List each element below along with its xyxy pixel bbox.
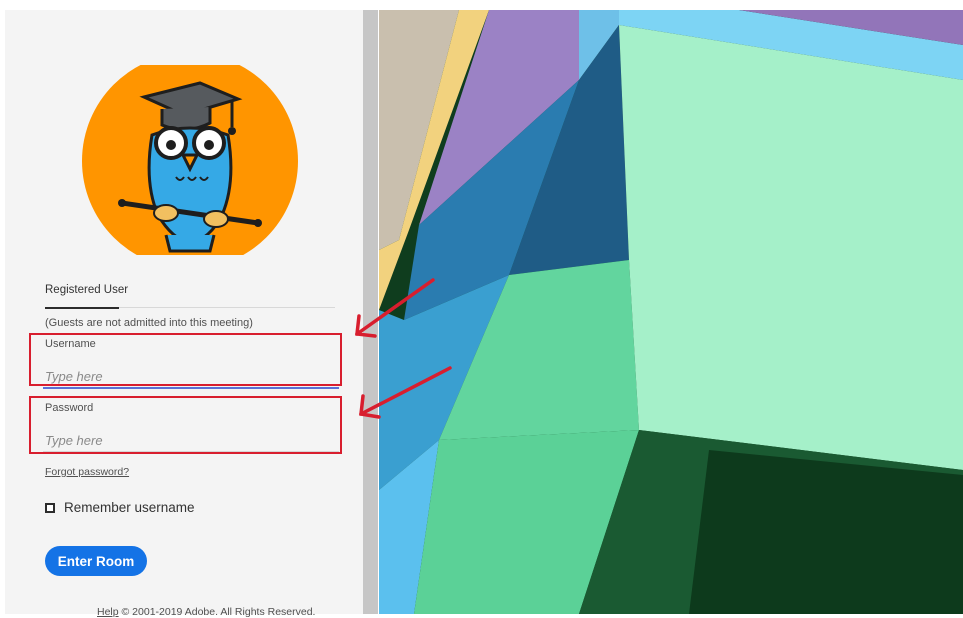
arrow-icon <box>359 366 452 419</box>
checkbox-icon[interactable] <box>45 502 55 513</box>
help-link[interactable]: Help <box>97 606 119 618</box>
background-artwork <box>379 10 963 614</box>
password-highlight-box <box>29 396 342 454</box>
owl-graduate-logo-icon <box>82 65 298 255</box>
tab-active-indicator <box>45 307 119 309</box>
footer: Help © 2001-2019 Adobe. All Rights Reser… <box>97 606 315 618</box>
remember-username-label: Remember username <box>64 500 195 515</box>
arrow-icon <box>355 278 435 338</box>
tab-divider <box>119 307 335 308</box>
copyright-text: © 2001-2019 Adobe. All Rights Reserved. <box>118 606 316 618</box>
guest-notice: (Guests are not admitted into this meeti… <box>45 317 253 329</box>
username-highlight-box <box>29 333 342 386</box>
enter-room-button[interactable]: Enter Room <box>45 546 147 576</box>
remember-username-checkbox[interactable]: Remember username <box>45 500 195 515</box>
annotation-arrows <box>355 278 452 419</box>
tab-registered-user[interactable]: Registered User <box>45 284 128 296</box>
login-panel: Registered User (Guests are not admitted… <box>5 10 363 618</box>
forgot-password-link[interactable]: Forgot password? <box>45 466 129 478</box>
